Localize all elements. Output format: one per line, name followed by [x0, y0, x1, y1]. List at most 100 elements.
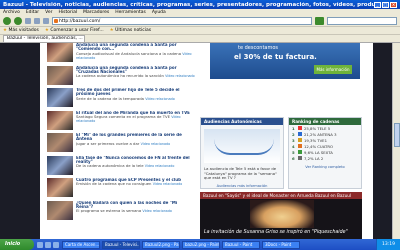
browser-icon[interactable]: [45, 241, 51, 248]
left-background: [0, 43, 40, 239]
news-thumbnail[interactable]: [47, 200, 73, 220]
taskbar-item[interactable]: 3Docs - Paint: [262, 240, 300, 249]
news-text: ¿Quién Bailará con quién a las noches de…: [76, 201, 195, 223]
back-button-icon[interactable]: [3, 16, 11, 25]
taskbar-item[interactable]: Bazuul - Paint: [222, 240, 260, 249]
news-item[interactable]: El ritual del año de Miranda que ha muer…: [47, 110, 195, 133]
news-text: Tres de dos del primer hijo de Tele 5 de…: [76, 88, 195, 110]
bookmark-latest-news[interactable]: Últimas noticias: [110, 28, 151, 33]
ranking-position: 3: [292, 137, 295, 143]
news-text: Andalucía una segunda condena a Santa po…: [76, 66, 195, 88]
reload-icon[interactable]: [25, 17, 31, 24]
ranking-row[interactable]: 6 7,2% LA 2: [289, 155, 361, 161]
news-text: Ella fase de "Nunca conocemos de FN al f…: [76, 156, 195, 178]
news-summary: De la cadena autonómica de la tele: [76, 163, 144, 169]
taskbar-item[interactable]: Bazuul2.png - Paint: [142, 240, 180, 249]
news-summary: Santiago Segura comenta en el programa d…: [76, 113, 171, 119]
news-video-link[interactable]: Vídeo relacionado: [145, 97, 175, 101]
video-thumbnail[interactable]: [250, 200, 314, 228]
news-thumbnail[interactable]: [47, 178, 73, 197]
start-button[interactable]: Inicio: [0, 239, 34, 250]
ranking-label: 25,8% TELE 5: [304, 125, 331, 131]
news-thumbnail[interactable]: [47, 43, 73, 62]
stop-icon[interactable]: [34, 17, 40, 24]
audience-widget: Audiencias Autonómicas La audiencia de T…: [200, 117, 284, 189]
forward-button-icon[interactable]: [14, 16, 22, 25]
menu-marcadores[interactable]: Marcadores: [83, 10, 109, 15]
desktop-icon[interactable]: [37, 241, 43, 248]
taskbar-item[interactable]: Carta de Ascen...: [62, 240, 100, 249]
ad-line-2: el 30% de tu factura.: [234, 53, 317, 61]
news-video-link[interactable]: Vídeo relacionado: [165, 74, 195, 78]
news-thumbnail[interactable]: [47, 133, 73, 152]
ranking-widget-link[interactable]: Ver Ranking completo: [289, 165, 361, 169]
ranking-position: 4: [292, 143, 295, 149]
news-video-link[interactable]: Vídeo relacionado: [141, 142, 171, 146]
tab-bazuul[interactable]: Bazuul - Televisión, audiencias, ...: [3, 35, 85, 42]
ad-line-1: te descontamos: [238, 45, 279, 51]
bookmark-most-visited[interactable]: Más visitados: [3, 28, 38, 33]
home-icon[interactable]: [43, 17, 49, 24]
news-thumbnail[interactable]: [47, 110, 73, 130]
minimize-button[interactable]: _: [374, 1, 381, 8]
news-video-link[interactable]: Vídeo relacionado: [142, 209, 172, 213]
go-button-icon[interactable]: [315, 16, 324, 25]
news-summary: Consejo audiovisual de Andalucía sancion…: [76, 50, 182, 56]
news-thumbnail[interactable]: [47, 65, 73, 85]
ranking-label: 7,2% LA 2: [304, 155, 324, 161]
right-column: te descontamos el 30% de tu factura. Más…: [200, 43, 370, 239]
news-item[interactable]: El "Mi" de los grandes premieres de la s…: [47, 133, 195, 155]
audience-graph[interactable]: [204, 129, 280, 163]
news-item[interactable]: Ella fase de "Nunca conocemos de FN al f…: [47, 155, 195, 178]
news-summary: Serie de la cadena de la temporada: [76, 95, 144, 101]
scrollbar-thumb[interactable]: [394, 123, 400, 147]
audience-widget-text: La audiencia de Tele 5 está a favor de "…: [204, 166, 277, 180]
news-summary: Emisión de la cadena que no consiguen: [76, 181, 152, 187]
video-caption[interactable]: La invitación de Susanna Griso se inspir…: [204, 230, 348, 235]
channel-logo-icon: [298, 126, 302, 130]
news-thumbnail[interactable]: [47, 155, 73, 175]
page-content: Andalucía una segunda condena a Santa po…: [0, 43, 400, 239]
news-text: Andalucía una segunda condena a Santa po…: [76, 43, 195, 65]
media-icon[interactable]: [53, 241, 59, 248]
video-header[interactable]: Bazuul en "Sayós" y el ideal de Monaster…: [200, 192, 362, 199]
ranking-widget-header[interactable]: Ranking de cadenas: [289, 118, 361, 125]
news-item[interactable]: ¿Quién Bailará con quién a las noches de…: [47, 200, 195, 223]
vertical-scrollbar[interactable]: [392, 43, 400, 239]
menu-archivo[interactable]: Archivo: [3, 10, 20, 15]
address-bar[interactable]: http://bazuul.com/: [52, 16, 312, 25]
menu-historial[interactable]: Historial: [59, 10, 78, 15]
news-feed: Andalucía una segunda condena a Santa po…: [47, 43, 195, 239]
channel-logo-icon: [298, 132, 302, 136]
taskbar-item[interactable]: bazu2.png - Paint: [182, 240, 220, 249]
news-thumbnail[interactable]: [47, 88, 73, 107]
menu-ver[interactable]: Ver: [45, 10, 52, 15]
ad-button[interactable]: Más información: [314, 65, 352, 74]
ranking-widget: Ranking de cadenas 1 25,8% TELE 5 2 21,2% …: [288, 117, 362, 189]
menu-editar[interactable]: Editar: [26, 10, 39, 15]
audience-widget-link[interactable]: Audiencias más información: [201, 184, 283, 188]
advertisement-banner[interactable]: te descontamos el 30% de tu factura. Más…: [210, 43, 360, 79]
quick-launch: [37, 241, 59, 248]
close-button[interactable]: ×: [390, 1, 397, 8]
news-video-link[interactable]: Vídeo relacionado: [153, 182, 183, 186]
taskbar-item[interactable]: Bazuul - Televisi...: [102, 240, 140, 249]
news-item[interactable]: Andalucía una segunda condena a Santa po…: [47, 43, 195, 65]
menu-ayuda[interactable]: Ayuda: [152, 10, 166, 15]
taskbar: Inicio Carta de Ascen... Bazuul - Televi…: [0, 239, 400, 250]
video-feature[interactable]: Bazuul en "Sayós" y el ideal de Monaster…: [200, 192, 362, 239]
news-item[interactable]: Cuatro programas que ECP Presentes y el …: [47, 178, 195, 200]
channel-logo-icon: [298, 150, 302, 154]
menu-herramientas[interactable]: Herramientas: [115, 10, 146, 15]
audience-widget-header[interactable]: Audiencias Autonómicas: [201, 118, 283, 125]
system-tray-clock[interactable]: 13:19: [376, 239, 400, 250]
news-text: Cuatro programas que ECP Presentes y el …: [76, 178, 182, 200]
tab-bar: Bazuul - Televisión, audiencias, ...: [0, 35, 400, 43]
news-item[interactable]: Andalucía una segunda condena a Santa po…: [47, 65, 195, 88]
news-item[interactable]: Tres de dos del primer hijo de Tele 5 de…: [47, 88, 195, 110]
bookmarks-toolbar: Más visitados Comenzar a usar Firef... Ú…: [0, 27, 400, 35]
news-video-link[interactable]: Vídeo relacionado: [145, 164, 175, 168]
bookmark-getting-started[interactable]: Comenzar a usar Firef...: [45, 28, 103, 33]
maximize-button[interactable]: □: [382, 1, 389, 8]
search-input[interactable]: [327, 16, 397, 25]
